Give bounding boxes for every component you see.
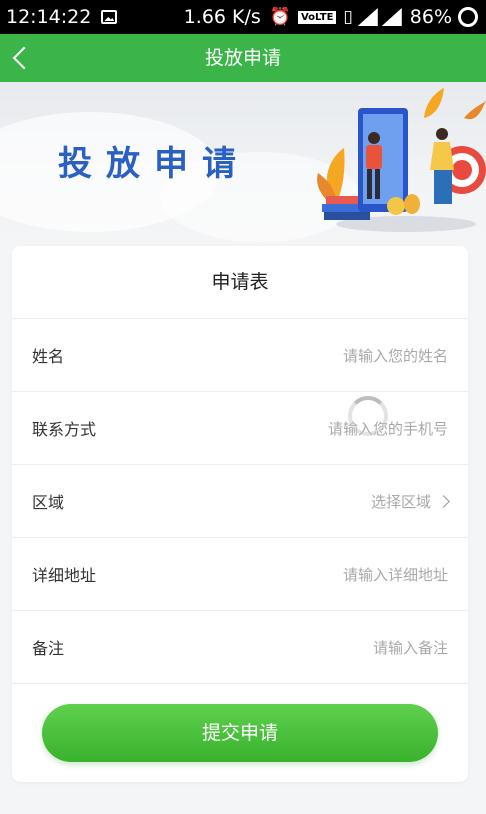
name-label: 姓名 (32, 347, 65, 366)
signal-icon (357, 8, 378, 26)
phone-label: 联系方式 (32, 420, 97, 439)
name-input[interactable]: 请输入您的姓名 (343, 345, 448, 366)
region-select-text: 选择区域 (370, 492, 431, 511)
address-field-row[interactable]: 详细地址 请输入详细地址 (12, 538, 468, 611)
remark-input[interactable]: 请输入备注 (373, 637, 448, 658)
phone-input[interactable]: 请输入您的手机号 (328, 418, 448, 439)
name-field-row[interactable]: 姓名 请输入您的姓名 (12, 319, 468, 392)
vibrate-icon: ▯ (343, 7, 353, 27)
address-label: 详细地址 (32, 566, 97, 585)
status-time: 12:14:22 (6, 6, 92, 28)
battery-percent: 86% (409, 6, 452, 28)
volte-icon: VoLTE (297, 10, 337, 24)
submit-button[interactable]: 提交申请 (42, 704, 438, 762)
banner-title: 投放申请 (58, 144, 250, 184)
image-notification-icon (101, 10, 118, 24)
network-speed: 1.66 K/s (183, 6, 261, 28)
remark-field-row[interactable]: 备注 请输入备注 (12, 611, 468, 684)
loading-spinner-icon (348, 396, 388, 436)
form-title: 申请表 (12, 246, 468, 319)
status-bar: 12:14:22 1.66 K/s ⏰ VoLTE ▯ 86% (0, 0, 486, 34)
phone-field-row[interactable]: 联系方式 请输入您的手机号 (12, 392, 468, 465)
application-form-card: 申请表 姓名 请输入您的姓名 联系方式 请输入您的手机号 区域 选择区域 详细地… (12, 246, 468, 782)
battery-icon (458, 7, 478, 27)
chevron-right-icon (437, 494, 450, 508)
alarm-icon: ⏰ (269, 7, 291, 27)
nav-bar: 投放申请 (0, 34, 486, 82)
banner-illustration (317, 88, 486, 232)
region-field-row[interactable]: 区域 选择区域 (12, 465, 468, 538)
remark-label: 备注 (32, 639, 65, 658)
address-input[interactable]: 请输入详细地址 (343, 564, 448, 585)
banner: 投放申请 (0, 82, 486, 242)
region-select[interactable]: 选择区域 (370, 491, 450, 512)
region-label: 区域 (32, 493, 65, 512)
signal-icon-2 (381, 8, 402, 26)
page-title: 投放申请 (204, 47, 281, 69)
